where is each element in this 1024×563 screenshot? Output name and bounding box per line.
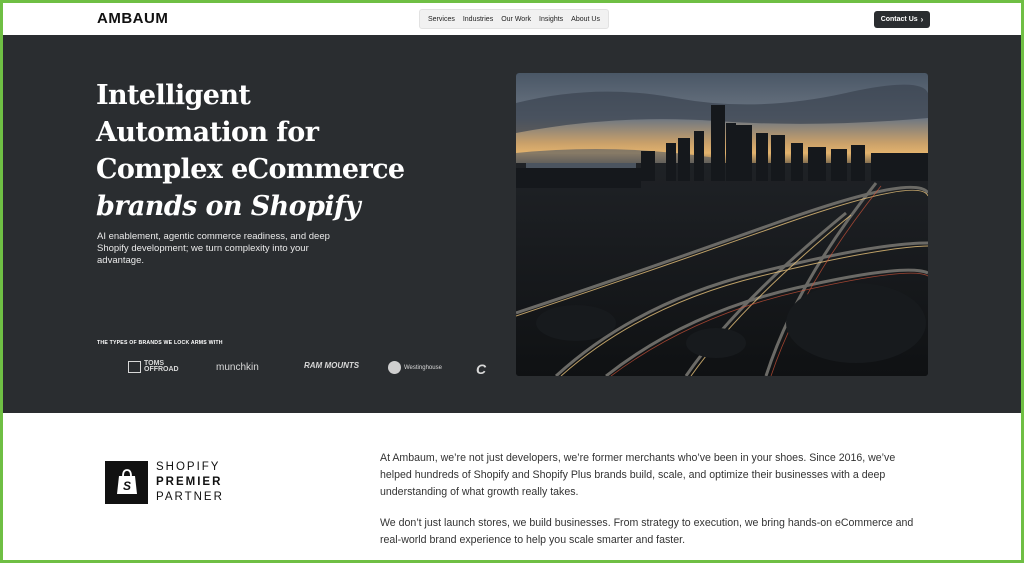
headline-line-3: Complex eCommerce — [96, 154, 405, 185]
partner-text: SHOPIFY PREMIER PARTNER — [156, 460, 224, 505]
brand-logo-ram-mounts: RAM MOUNTS — [304, 361, 359, 370]
westinghouse-mark-icon — [388, 361, 401, 374]
about-intro: At Ambaum, we’re not just developers, we… — [380, 450, 925, 549]
about-paragraph-1: At Ambaum, we’re not just developers, we… — [380, 452, 896, 498]
chevron-right-icon: › — [920, 15, 924, 24]
partner-line-2: PREMIER — [156, 475, 223, 488]
about-paragraph-2: We don’t just launch stores, we build bu… — [380, 517, 914, 546]
headline-line-2: Automation for — [96, 117, 319, 148]
toms-mark-icon — [128, 361, 141, 373]
contact-us-label: Contact Us — [880, 16, 918, 23]
brand-partial-text: C — [476, 361, 487, 377]
shopify-premier-partner-badge: S SHOPIFY PREMIER PARTNER — [105, 457, 255, 507]
nav-item-insights[interactable]: Insights — [535, 16, 567, 23]
headline-line-italic: brands on Shopify — [96, 191, 361, 222]
shopify-bag-icon: S — [105, 460, 148, 504]
site-header: AMBAUM Services Industries Our Work Insi… — [3, 3, 1021, 35]
main-nav: Services Industries Our Work Insights Ab… — [419, 9, 609, 29]
hero-section: Intelligent Automation for Complex eComm… — [3, 35, 1021, 413]
nav-item-services[interactable]: Services — [424, 16, 459, 23]
nav-item-our-work[interactable]: Our Work — [497, 16, 535, 23]
hero-subtext: AI enablement, agentic commerce readines… — [97, 231, 330, 266]
brand-munchkin-text: munchkin — [216, 362, 259, 373]
hero-headline: Intelligent Automation for Complex eComm… — [96, 77, 416, 225]
brand-logo-munchkin: munchkin — [216, 362, 259, 373]
site-logo[interactable]: AMBAUM — [97, 10, 168, 27]
brand-logo-westinghouse: Westinghouse — [388, 361, 442, 374]
contact-us-button[interactable]: Contact Us › — [874, 11, 930, 28]
city-skyline-highway-photo — [516, 73, 928, 376]
brand-logo-toms: TOMS OFFROAD — [128, 360, 179, 373]
brand-ram-text: RAM MOUNTS — [304, 361, 360, 370]
nav-item-industries[interactable]: Industries — [459, 16, 497, 23]
partner-line-1: SHOPIFY — [156, 460, 221, 473]
svg-text:S: S — [122, 479, 130, 493]
nav-item-about-us[interactable]: About Us — [567, 16, 604, 23]
brand-westinghouse-text: Westinghouse — [404, 364, 442, 371]
brands-label: THE TYPES OF BRANDS WE LOCK ARMS WITH — [97, 340, 223, 346]
partner-line-3: PARTNER — [156, 490, 224, 503]
brand-logos-carousel: TOMS OFFROAD munchkin RAM MOUNTS Westing… — [128, 357, 498, 381]
skyline-illustration — [516, 73, 928, 376]
brand-logo-partial: C — [476, 361, 486, 377]
brand-toms-text: TOMS OFFROAD — [144, 360, 179, 373]
headline-line-1: Intelligent — [96, 80, 251, 111]
